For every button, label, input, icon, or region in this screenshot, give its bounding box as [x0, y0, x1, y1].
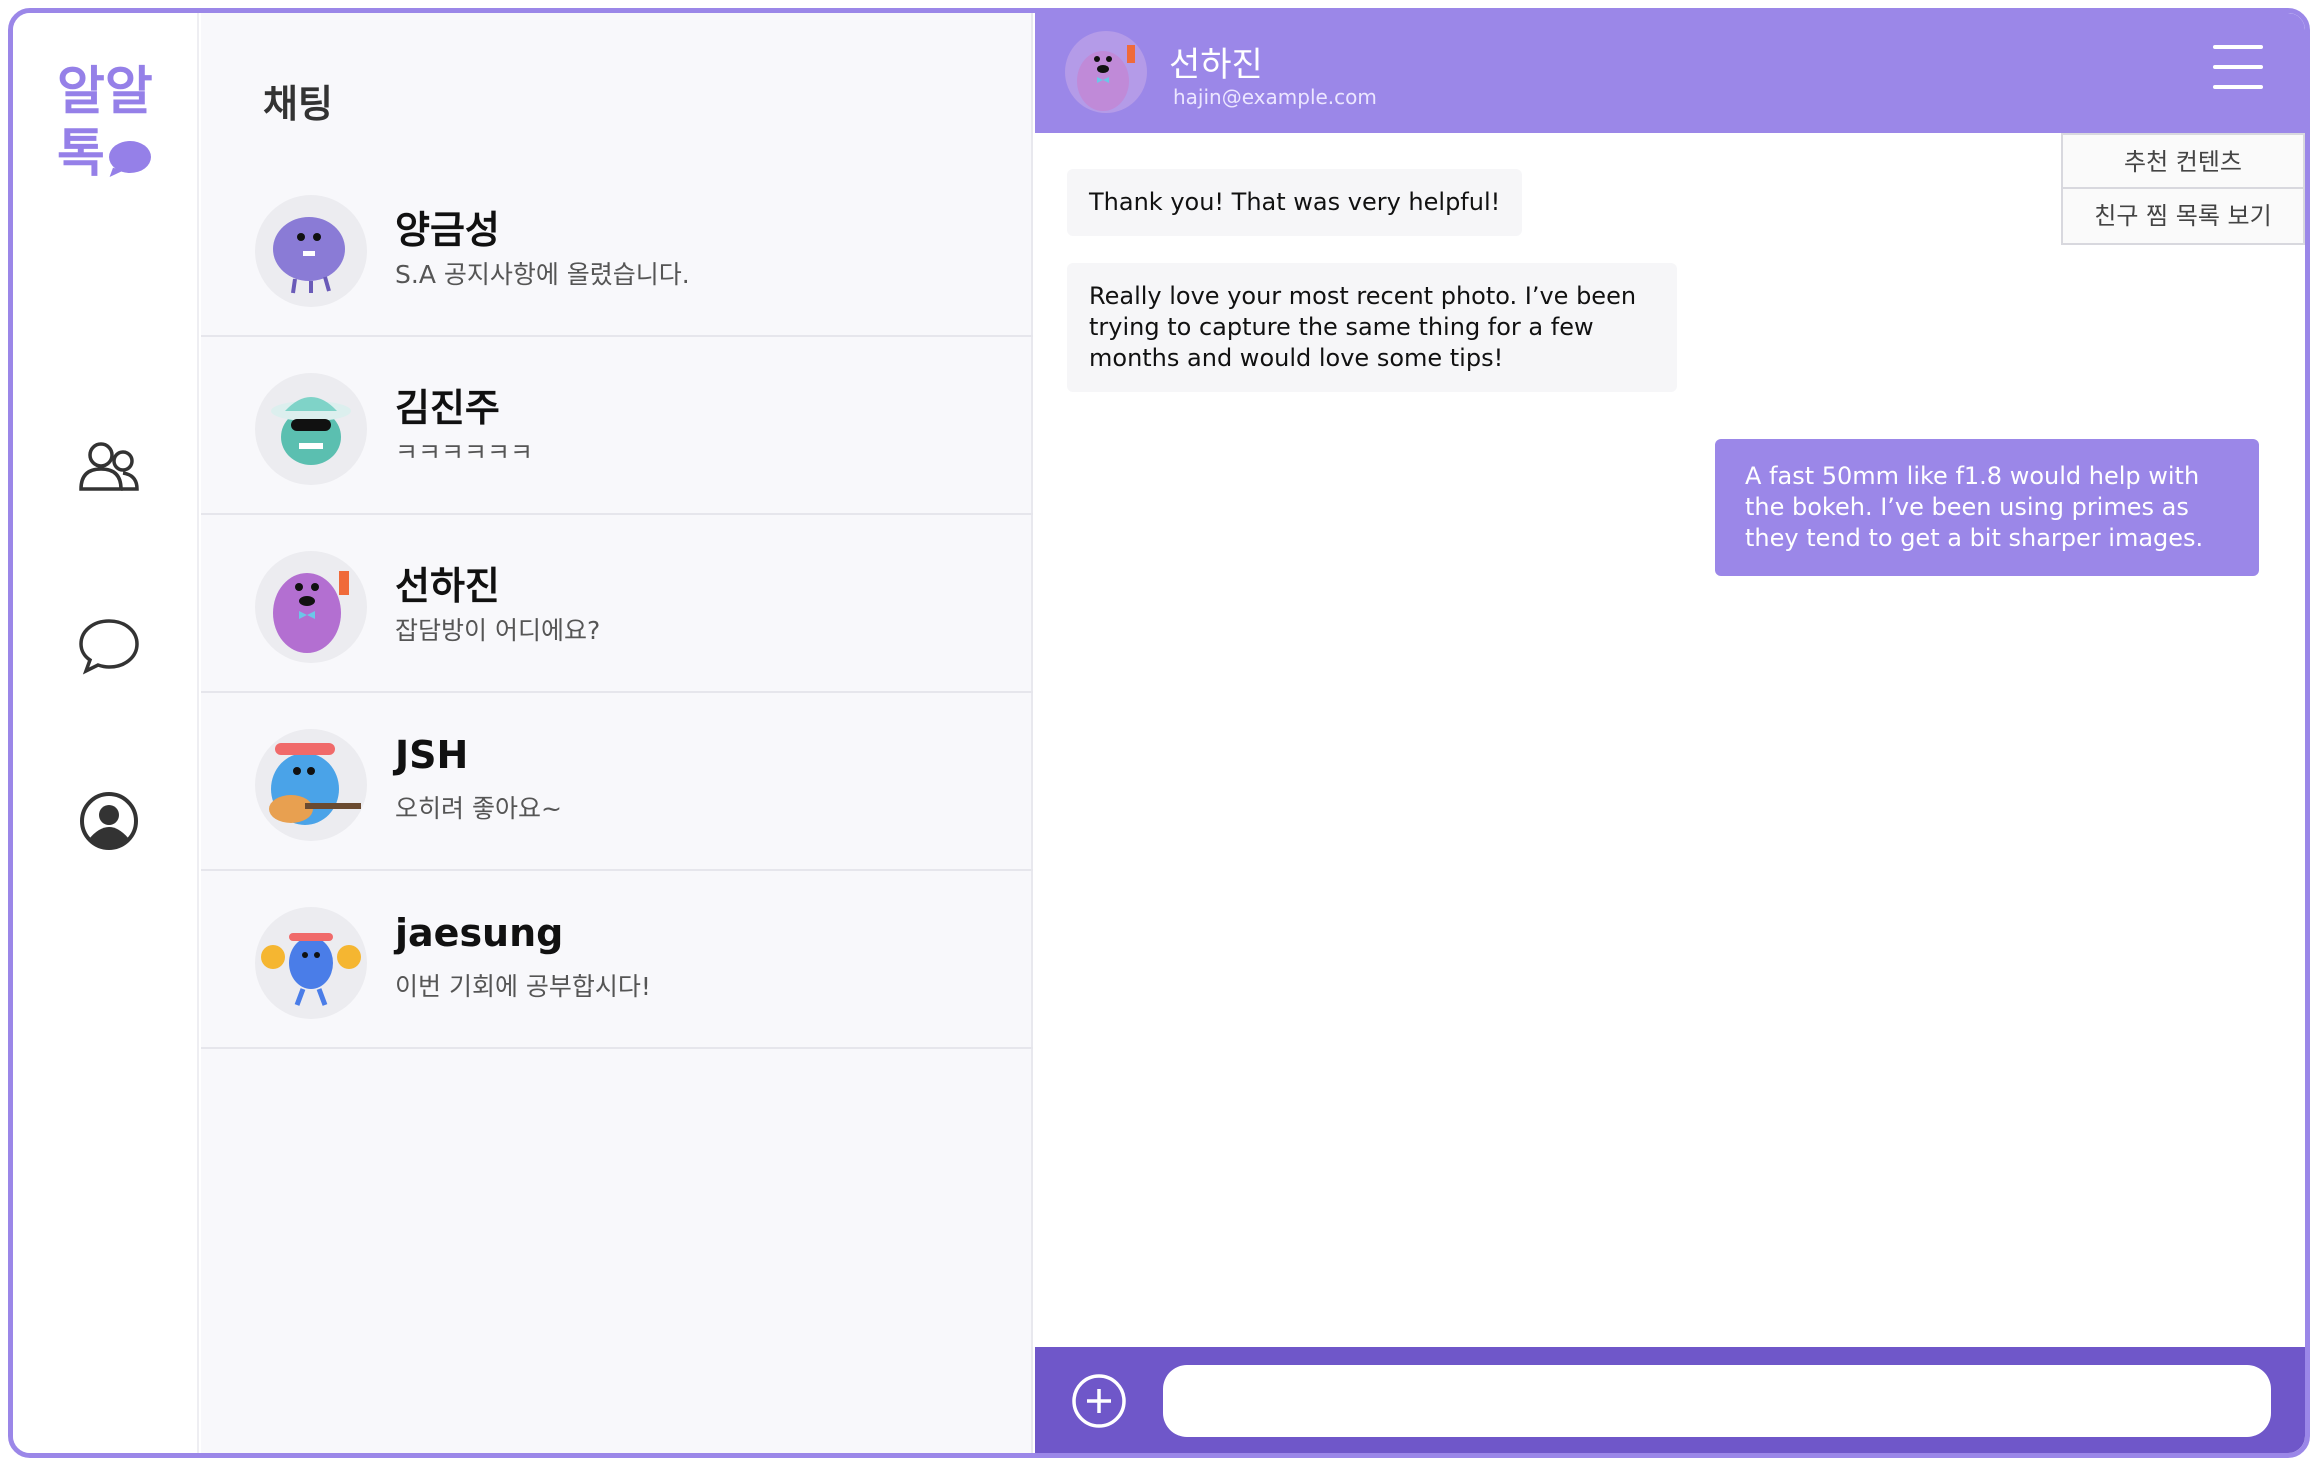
chat-list-item[interactable]: 김진주 ㅋㅋㅋㅋㅋㅋ: [201, 337, 1033, 515]
chat-icon[interactable]: [73, 609, 145, 681]
chat-list-item[interactable]: 양금성 S.A 공지사항에 올렸습니다.: [201, 159, 1033, 337]
app-logo: 알알 톡: [57, 62, 153, 184]
avatar: [255, 729, 367, 841]
avatar: [255, 907, 367, 1019]
nav-rail: 알알 톡: [13, 13, 199, 1453]
dropdown-menu: 추천 컨텐츠 친구 찜 목록 보기: [2061, 133, 2305, 245]
chat-name: JSH: [395, 733, 469, 777]
chat-name: 선하진: [395, 564, 500, 608]
menu-item-favorites[interactable]: 친구 찜 목록 보기: [2063, 189, 2303, 243]
chat-preview: 이번 기회에 공부합시다!: [395, 972, 651, 1001]
avatar: [255, 373, 367, 485]
chat-preview: 오히려 좋아요~: [395, 794, 562, 823]
message-incoming: Thank you! That was very helpful!: [1067, 169, 1523, 236]
avatar: [255, 195, 367, 307]
chat-name: jaesung: [395, 911, 564, 955]
chat-name: 김진주: [395, 386, 500, 430]
logo-bubble-icon: [108, 141, 151, 173]
profile-icon[interactable]: [73, 785, 145, 857]
chat-list-item[interactable]: JSH 오히려 좋아요~: [201, 693, 1033, 871]
chat-preview: ㅋㅋㅋㅋㅋㅋ: [395, 438, 534, 467]
message-input[interactable]: [1163, 1365, 2271, 1437]
chat-preview: 잡담방이 어디에요?: [395, 616, 601, 645]
avatar: [1065, 31, 1147, 113]
chat-list-item[interactable]: jaesung 이번 기회에 공부합시다!: [201, 871, 1033, 1049]
conversation-panel: 선하진 hajin@example.com 추천 컨텐츠 친구 찜 목록 보기 …: [1035, 13, 2305, 1453]
conversation-header: 선하진 hajin@example.com: [1035, 13, 2305, 133]
friends-icon[interactable]: [73, 433, 145, 505]
chat-preview: S.A 공지사항에 올렸습니다.: [395, 260, 690, 289]
message-incoming: Really love your most recent photo. I’ve…: [1067, 263, 1677, 392]
composer-bar: [1035, 1347, 2305, 1453]
avatar: [255, 551, 367, 663]
conversation-email: hajin@example.com: [1173, 85, 1377, 109]
app-window: 알알 톡 채팅 양금성 S.A 공지사항에 올렸습니다. 김진주 ㅋㅋㅋㅋㅋㅋ …: [8, 8, 2310, 1458]
menu-item-recommended[interactable]: 추천 컨텐츠: [2063, 135, 2303, 189]
conversation-title: 선하진: [1169, 45, 1263, 85]
message-outgoing: A fast 50mm like f1.8 would help with th…: [1715, 439, 2259, 576]
menu-icon[interactable]: [2213, 45, 2263, 91]
chat-name: 양금성: [395, 208, 500, 252]
add-attachment-button[interactable]: [1071, 1373, 1127, 1429]
page-title: 채팅: [263, 82, 333, 126]
chat-list-item[interactable]: 선하진 잡담방이 어디에요?: [201, 515, 1033, 693]
chat-list-panel: 채팅 양금성 S.A 공지사항에 올렸습니다. 김진주 ㅋㅋㅋㅋㅋㅋ 선하진 잡…: [201, 13, 1033, 1453]
